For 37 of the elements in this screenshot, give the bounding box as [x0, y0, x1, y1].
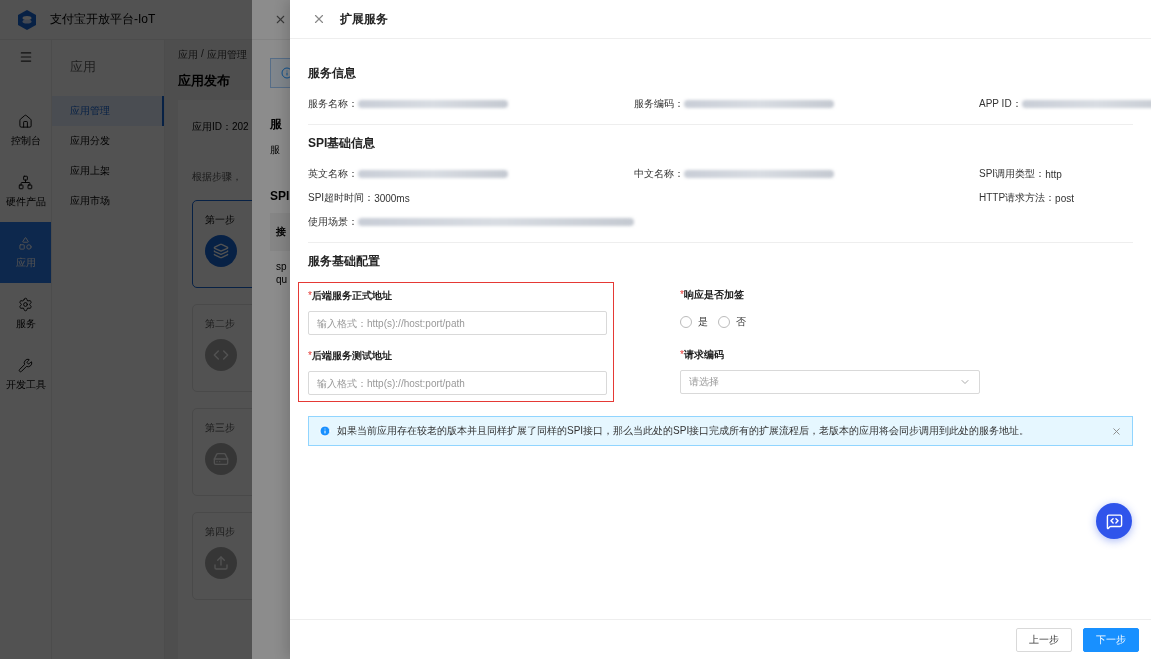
app-title: 支付宝开放平台-IoT — [50, 11, 156, 28]
field-label: 响应是否加签 — [683, 288, 744, 302]
table-cell: qu — [276, 274, 288, 285]
field-label: SPI调用类型： — [979, 167, 1046, 181]
section-title: 服务基础配置 — [308, 253, 381, 270]
field-label: HTTP请求方法： — [979, 191, 1056, 203]
field-label: 英文名称： — [308, 167, 358, 181]
field-label: 后端服务测试地址 — [311, 349, 392, 363]
field-label: 使用场景： — [308, 215, 358, 229]
field-label: 请求编码 — [683, 348, 724, 362]
section-title: 服 — [270, 116, 282, 133]
field-value: http — [1045, 168, 1062, 180]
radio-label: 否 — [736, 315, 746, 329]
page-title: 应用发布 — [178, 72, 230, 90]
field-label: 中文名称： — [634, 167, 684, 181]
breadcrumb-separator: / — [201, 48, 204, 61]
required-mark: * — [680, 349, 684, 360]
required-mark: * — [308, 290, 312, 301]
section-title: SPI基础信息 — [308, 135, 377, 152]
field-label: SPI超时时间： — [308, 191, 375, 205]
section-title: 服务信息 — [308, 65, 357, 82]
table-cell: sp — [276, 261, 288, 272]
field-label: 服务编码： — [634, 97, 684, 111]
field-value: post — [1055, 192, 1074, 204]
field-label: APP ID： — [979, 97, 1022, 111]
required-mark: * — [680, 289, 684, 300]
field-label: 服 — [270, 143, 280, 157]
required-mark: * — [308, 350, 312, 361]
alert-text: 如果当前应用存在较老的版本并且同样扩展了同样的SPI接口，那么当此处的SPI接口完成所有的扩展流程后，老版本的应用将会同步调用到此处的服务地址。 — [337, 424, 1031, 438]
drawer-title: 扩展服务 — [340, 10, 388, 28]
radio-label: 是 — [698, 315, 708, 329]
section-title: SPI — [270, 189, 290, 203]
field-label: 服务名称： — [308, 97, 358, 111]
column-header: 接 — [276, 225, 286, 239]
field-label: 后端服务正式地址 — [311, 289, 392, 303]
field-value: 3000ms — [374, 192, 410, 204]
app-id: 应用ID：202 — [192, 120, 249, 134]
